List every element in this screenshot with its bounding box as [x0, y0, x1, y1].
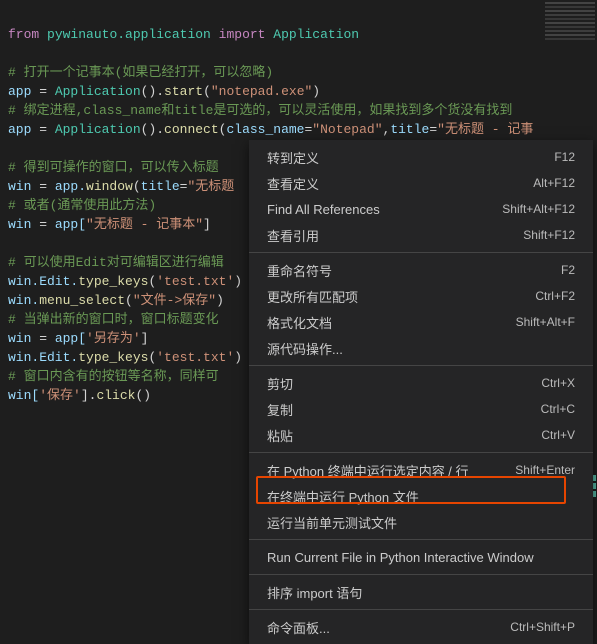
- menu-separator: [249, 452, 593, 453]
- comment: # 得到可操作的窗口，可以传入标题: [8, 160, 219, 175]
- menu-peek-definition[interactable]: 查看定义 Alt+F12: [249, 170, 593, 196]
- menu-shortcut: Shift+Alt+F: [516, 315, 575, 329]
- minimap[interactable]: [545, 2, 595, 77]
- menu-shortcut: Alt+F12: [533, 176, 575, 190]
- menu-shortcut: Ctrl+F2: [535, 289, 575, 303]
- menu-copy[interactable]: 复制 Ctrl+C: [249, 396, 593, 422]
- menu-run-unittest[interactable]: 运行当前单元测试文件: [249, 509, 593, 535]
- menu-change-all[interactable]: 更改所有匹配项 Ctrl+F2: [249, 283, 593, 309]
- menu-separator: [249, 365, 593, 366]
- string: 'test.txt': [156, 350, 234, 365]
- menu-label: 命令面板...: [267, 618, 330, 637]
- menu-run-interactive[interactable]: Run Current File in Python Interactive W…: [249, 544, 593, 570]
- function: start: [164, 84, 203, 99]
- menu-label: 运行当前单元测试文件: [267, 513, 397, 532]
- string: '保存': [39, 388, 81, 403]
- module: pywinauto.application: [47, 27, 211, 42]
- function: type_keys: [78, 350, 148, 365]
- menu-label: 转到定义: [267, 148, 319, 167]
- menu-cut[interactable]: 剪切 Ctrl+X: [249, 370, 593, 396]
- menu-separator: [249, 252, 593, 253]
- menu-shortcut: Shift+Alt+F12: [502, 202, 575, 216]
- menu-shortcut: Ctrl+C: [541, 402, 575, 416]
- variable: win: [8, 179, 31, 194]
- class: Application: [55, 122, 141, 137]
- menu-label: 复制: [267, 400, 293, 419]
- menu-label: 重命名符号: [267, 261, 332, 280]
- menu-format-doc[interactable]: 格式化文档 Shift+Alt+F: [249, 309, 593, 335]
- variable: app: [8, 122, 31, 137]
- string: '另存为': [86, 331, 141, 346]
- menu-label: 排序 import 语句: [267, 583, 362, 602]
- menu-run-selection[interactable]: 在 Python 终端中运行选定内容 / 行 Shift+Enter: [249, 457, 593, 483]
- menu-label: 源代码操作...: [267, 339, 343, 358]
- menu-shortcut: Shift+F12: [523, 228, 575, 242]
- function: click: [96, 388, 135, 403]
- string: 'test.txt': [156, 274, 234, 289]
- function: window: [86, 179, 133, 194]
- menu-paste[interactable]: 粘贴 Ctrl+V: [249, 422, 593, 448]
- context-menu: 转到定义 F12 查看定义 Alt+F12 Find All Reference…: [249, 140, 593, 644]
- keyword: from: [8, 27, 39, 42]
- menu-shortcut: Shift+Enter: [515, 463, 575, 477]
- menu-label: 在 Python 终端中运行选定内容 / 行: [267, 461, 469, 480]
- comment: # 当弹出新的窗口时，窗口标题变化: [8, 312, 219, 327]
- string: "notepad.exe": [211, 84, 312, 99]
- menu-find-references[interactable]: Find All References Shift+Alt+F12: [249, 196, 593, 222]
- menu-label: Run Current File in Python Interactive W…: [267, 550, 534, 565]
- menu-peek-references[interactable]: 查看引用 Shift+F12: [249, 222, 593, 248]
- menu-rename-symbol[interactable]: 重命名符号 F2: [249, 257, 593, 283]
- menu-source-action[interactable]: 源代码操作...: [249, 335, 593, 361]
- menu-shortcut: Ctrl+V: [541, 428, 575, 442]
- menu-label: 查看定义: [267, 174, 319, 193]
- variable: win: [8, 217, 31, 232]
- menu-separator: [249, 539, 593, 540]
- function: type_keys: [78, 274, 148, 289]
- comment: # 绑定进程,class_name和title是可选的，可以灵活使用，如果找到多…: [8, 103, 512, 118]
- string: "无标题 - 记事本": [86, 217, 203, 232]
- menu-label: 格式化文档: [267, 313, 332, 332]
- menu-label: Find All References: [267, 202, 380, 217]
- menu-run-python-file[interactable]: 在终端中运行 Python 文件: [249, 483, 593, 509]
- menu-separator: [249, 574, 593, 575]
- menu-sort-imports[interactable]: 排序 import 语句: [249, 579, 593, 605]
- menu-separator: [249, 609, 593, 610]
- menu-label: 更改所有匹配项: [267, 287, 358, 306]
- menu-label: 剪切: [267, 374, 293, 393]
- menu-label: 在终端中运行 Python 文件: [267, 487, 419, 506]
- menu-label: 查看引用: [267, 226, 319, 245]
- class: Application: [273, 27, 359, 42]
- string: "无标题 - 记事: [437, 122, 533, 137]
- variable: win: [8, 331, 31, 346]
- menu-shortcut: Ctrl+Shift+P: [510, 620, 575, 634]
- function: menu_select: [39, 293, 125, 308]
- class: Application: [55, 84, 141, 99]
- menu-shortcut: Ctrl+X: [541, 376, 575, 390]
- menu-shortcut: F2: [561, 263, 575, 277]
- string: "文件->保存": [133, 293, 216, 308]
- comment: # 打开一个记事本(如果已经打开，可以忽略): [8, 65, 273, 80]
- comment: # 窗口内含有的按钮等名称，同样可: [8, 369, 219, 384]
- menu-command-palette[interactable]: 命令面板... Ctrl+Shift+P: [249, 614, 593, 640]
- function: connect: [164, 122, 219, 137]
- comment: # 可以使用Edit对可编辑区进行编辑: [8, 255, 224, 270]
- variable: app: [8, 84, 31, 99]
- menu-label: 粘贴: [267, 426, 293, 445]
- menu-goto-definition[interactable]: 转到定义 F12: [249, 144, 593, 170]
- string: "无标题: [187, 179, 234, 194]
- comment: # 或者(通常使用此方法): [8, 198, 156, 213]
- menu-shortcut: F12: [554, 150, 575, 164]
- keyword: import: [219, 27, 266, 42]
- string: "Notepad": [312, 122, 382, 137]
